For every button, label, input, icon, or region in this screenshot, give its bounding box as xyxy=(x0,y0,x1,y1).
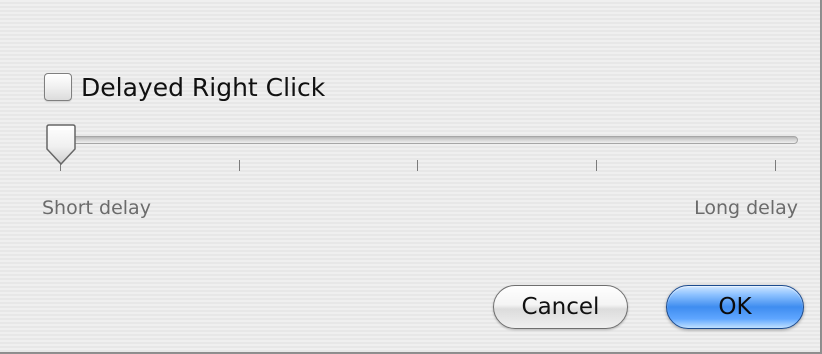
delay-slider[interactable] xyxy=(40,124,800,184)
slider-track[interactable] xyxy=(60,136,798,144)
slider-thumb-icon[interactable] xyxy=(43,124,79,166)
slider-tick xyxy=(417,160,418,171)
delayed-right-click-label[interactable]: Delayed Right Click xyxy=(81,73,325,102)
delayed-right-click-dialog: Delayed Right Click Short delay Long del… xyxy=(0,0,821,353)
short-delay-label: Short delay xyxy=(42,197,151,219)
delayed-right-click-checkbox[interactable] xyxy=(44,73,72,101)
slider-tick xyxy=(596,160,597,171)
delayed-right-click-checkbox-row[interactable]: Delayed Right Click xyxy=(44,72,325,102)
ok-button[interactable]: OK xyxy=(666,285,804,329)
cancel-button[interactable]: Cancel xyxy=(493,285,628,329)
slider-tick xyxy=(239,160,240,171)
slider-tick xyxy=(775,160,776,171)
long-delay-label: Long delay xyxy=(694,197,798,219)
